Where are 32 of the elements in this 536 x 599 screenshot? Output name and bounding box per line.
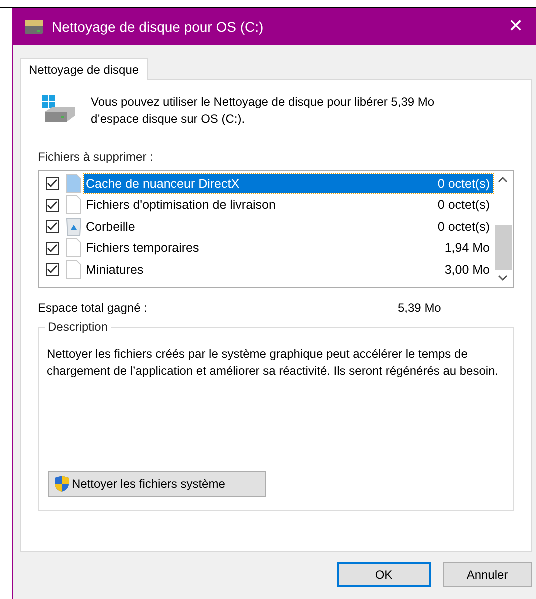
shield-icon bbox=[54, 475, 70, 493]
dialog-button[interactable]: Annuler bbox=[443, 562, 532, 587]
description-text: Nettoyer les fichiers créés par le système graphique peut accélérer le temps de chargement de l’application et améliorer sa réactivité. Ils seront régénérés au besoin. bbox=[47, 346, 500, 380]
checkbox[interactable] bbox=[46, 177, 59, 190]
file-list-item[interactable]: Cache de nuanceur DirectX 0 octet(s) bbox=[84, 174, 493, 194]
scroll-up-icon[interactable] bbox=[498, 176, 508, 184]
file-list-item[interactable]: Miniatures 3,00 Mo bbox=[84, 260, 493, 280]
disk-cleanup-icon bbox=[24, 18, 44, 34]
total-label: Espace total gagné : bbox=[38, 301, 148, 315]
recycle-bin-icon bbox=[66, 216, 82, 237]
files-label: Fichiers à supprimer : bbox=[38, 150, 154, 164]
dialog-button[interactable]: OK bbox=[337, 562, 431, 587]
clean-system-files-button[interactable]: Nettoyer les fichiers système bbox=[48, 471, 266, 497]
file-icon bbox=[66, 260, 82, 280]
close-button[interactable]: ✕ bbox=[496, 8, 536, 45]
scroll-down-icon[interactable] bbox=[498, 274, 508, 282]
checkbox[interactable] bbox=[46, 242, 59, 255]
drive-icon bbox=[41, 94, 77, 124]
file-icon bbox=[66, 174, 82, 194]
total-value: 5,39 Mo bbox=[398, 301, 442, 315]
tab[interactable]: Nettoyage de disque bbox=[20, 58, 148, 80]
file-list-item[interactable]: Fichiers temporaires 1,94 Mo bbox=[84, 238, 493, 258]
checkbox[interactable] bbox=[46, 263, 59, 276]
file-icon bbox=[66, 195, 82, 216]
intro-text: Vous pouvez utiliser le Nettoyage de disque pour libérer 5,39 Mo d’espace disque sur OS (C:). bbox=[91, 94, 436, 128]
group-title: Description bbox=[45, 320, 112, 334]
checkbox[interactable] bbox=[46, 198, 59, 212]
file-list-item[interactable]: Corbeille 0 octet(s) bbox=[84, 217, 493, 236]
checkbox[interactable] bbox=[46, 220, 59, 234]
window-title: Nettoyage de disque pour OS (C:) bbox=[52, 18, 265, 34]
file-icon bbox=[66, 238, 82, 258]
file-list-item[interactable]: Fichiers d'optimisation de livraison 0 octet(s) bbox=[84, 196, 493, 215]
